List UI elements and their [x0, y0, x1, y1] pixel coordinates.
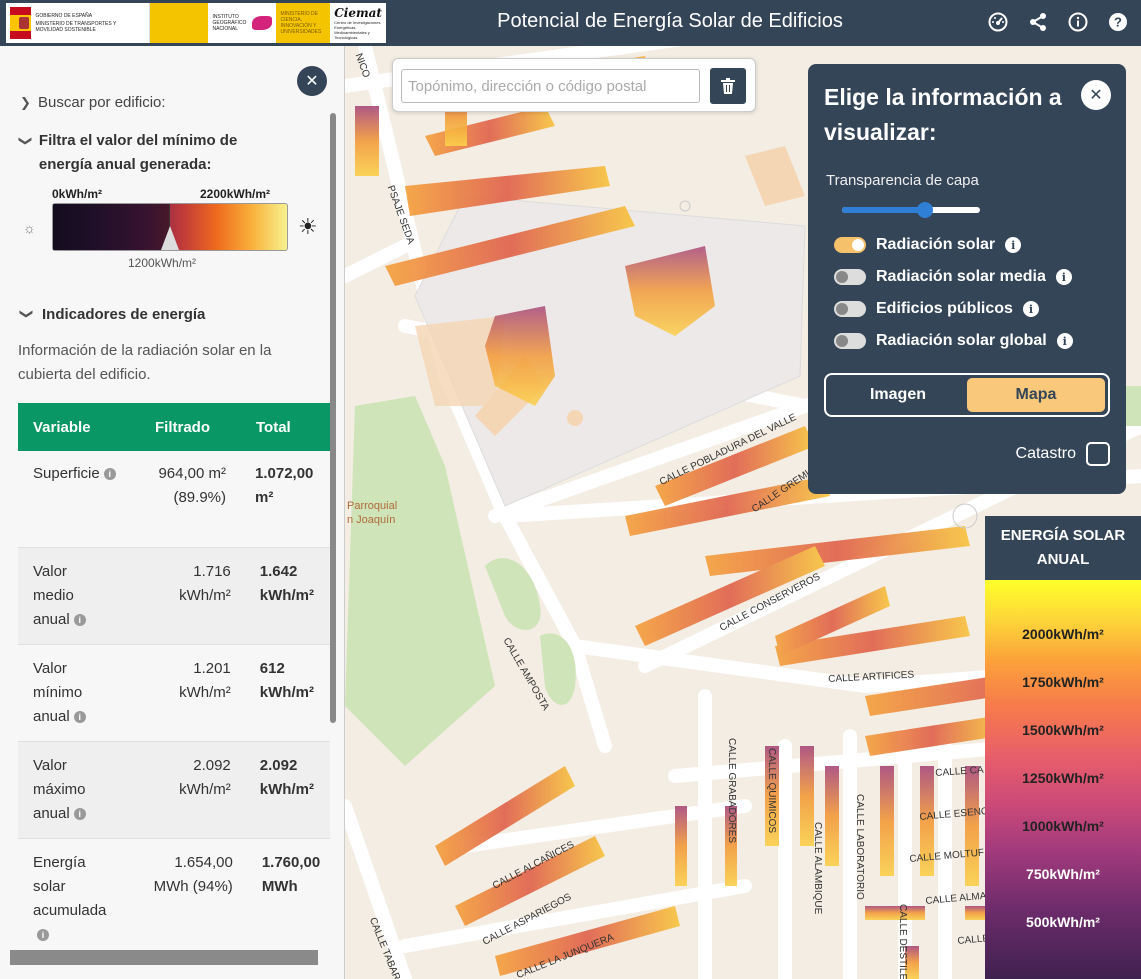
table-row: Superficie i 964,00 m² (89.9%) 1.072,00 m…	[18, 451, 330, 548]
info-icon[interactable]: i	[1056, 333, 1073, 349]
legend-color-scale: 2000kWh/m² 1750kWh/m² 1500kWh/m² 1250kWh…	[985, 580, 1141, 979]
chevron-down-icon: ❯	[19, 308, 35, 320]
layer-selection-panel: Elige la información a visualizar: ✕ Tra…	[808, 64, 1126, 494]
info-icon[interactable]: i	[73, 614, 86, 627]
view-mode-imagen-button[interactable]: Imagen	[829, 378, 967, 412]
info-icon[interactable]	[1067, 11, 1089, 33]
svg-text:?: ?	[1114, 15, 1122, 30]
institution-logos: GOBIERNO DE ESPAÑA MINISTERIO DE TRANSPO…	[6, 3, 386, 43]
transparency-fill	[842, 207, 925, 213]
info-icon[interactable]: i	[37, 929, 49, 942]
info-icon[interactable]: i	[1055, 269, 1072, 285]
energy-range-slider[interactable]	[52, 203, 288, 251]
table-row: Valor mínimo anual i 1.201 kWh/m² 612 kWh…	[18, 645, 330, 742]
table-row: Valor medio anual i 1.716 kWh/m² 1.642 kW…	[18, 548, 330, 645]
place-label: n Joaquín	[347, 514, 396, 526]
indicators-table: Variable Filtrado Total Superficie i 964,…	[18, 403, 330, 949]
street-label: CALLE DESTILE	[897, 904, 908, 979]
info-icon[interactable]: i	[1005, 237, 1022, 253]
range-min-label: 0kWh/m²	[52, 187, 103, 201]
legend-label: 500kWh/m²	[1026, 914, 1100, 930]
ign-logo: INSTITUTO GEOGRÁFICO NACIONAL	[208, 3, 276, 43]
catastro-option[interactable]: Catastro	[1016, 442, 1110, 466]
place-label: Parroquial	[347, 500, 398, 512]
close-sidebar-button[interactable]: ✕	[297, 66, 327, 96]
table-row: Valor máximo anual i 2.092 kWh/m² 2.092 k…	[18, 742, 330, 839]
search-building-toggle[interactable]: ❯ Buscar por edificio:	[20, 94, 166, 111]
transparency-knob[interactable]	[916, 202, 933, 218]
layer-toggle[interactable]	[834, 301, 866, 317]
street-label: CALLE QUIMICOS	[766, 748, 777, 834]
info-icon[interactable]: i	[103, 468, 116, 481]
close-icon: ✕	[1089, 87, 1103, 104]
layer-toggle[interactable]	[834, 237, 866, 253]
transparency-label: Transparencia de capa	[826, 172, 979, 189]
legend-title: ENERGÍA SOLAR ANUAL	[985, 516, 1141, 580]
layer-radiacion-solar-global[interactable]: Radiación solar global i	[834, 332, 1073, 350]
catastro-checkbox[interactable]	[1086, 442, 1110, 466]
info-icon[interactable]: i	[73, 808, 86, 821]
street-label: CALLE GRABADORES	[726, 738, 737, 844]
table-row: Energía solar acumuladai 1.654,00 MWh (9…	[33, 854, 321, 942]
panel-title: Elige la información a visualizar:	[824, 84, 1062, 145]
indicators-description: Información de la radiación solar en la …	[18, 342, 272, 383]
layer-radiacion-solar-media[interactable]: Radiación solar media i	[834, 268, 1072, 286]
filter-section-toggle[interactable]: ❯ Filtra el valor del mínimo de energía …	[18, 129, 280, 177]
app-header: GOBIERNO DE ESPAÑA MINISTERIO DE TRANSPO…	[0, 0, 1141, 46]
energy-legend: ENERGÍA SOLAR ANUAL 2000kWh/m² 1750kWh/m…	[985, 516, 1141, 979]
table-header: Variable Filtrado Total	[18, 403, 330, 451]
location-search-input[interactable]	[401, 69, 700, 103]
info-icon[interactable]: i	[73, 711, 86, 724]
help-icon[interactable]: ?	[1107, 11, 1129, 33]
clear-search-button[interactable]	[710, 68, 746, 104]
ign-mark-icon	[252, 16, 273, 30]
view-mode-switch: Imagen Mapa	[824, 373, 1110, 417]
indicators-section-toggle[interactable]: ❯ Indicadores de energía	[19, 306, 206, 323]
sun-large-icon: ☀	[298, 214, 318, 239]
legend-label: 2000kWh/m²	[1022, 626, 1104, 642]
chevron-down-icon: ❯	[18, 135, 34, 147]
chevron-right-icon: ❯	[20, 94, 31, 110]
range-slider-handle[interactable]	[161, 226, 179, 250]
layer-edificios-publicos[interactable]: Edificios públicos i	[834, 300, 1039, 318]
legend-label: 1250kWh/m²	[1022, 770, 1104, 786]
sun-small-icon: ☼	[23, 220, 36, 236]
legend-label: 1500kWh/m²	[1022, 722, 1104, 738]
legend-label: 750kWh/m²	[1026, 866, 1100, 882]
street-label: CALLE ALAMBIQUE	[812, 822, 823, 915]
close-icon: ✕	[305, 73, 319, 90]
left-sidebar: ✕ ❯ Buscar por edificio: ❯ Filtra el val…	[0, 46, 345, 979]
spain-coat-icon	[10, 7, 32, 39]
street-label: CALLE LABORATORIO	[854, 794, 865, 900]
info-icon[interactable]: i	[1022, 301, 1039, 317]
legend-label: 1750kWh/m²	[1022, 674, 1104, 690]
excluded-range	[53, 204, 170, 250]
ministry-transport-logo	[149, 3, 209, 43]
layer-radiacion-solar[interactable]: Radiación solar i	[834, 236, 1022, 254]
gobierno-logo: GOBIERNO DE ESPAÑA MINISTERIO DE TRANSPO…	[6, 3, 150, 43]
transparency-slider[interactable]	[842, 202, 980, 218]
ciemat-logo: Ciemat Centro de Investigaciones Energét…	[334, 5, 382, 40]
app-title: Potencial de Energía Solar de Edificios	[497, 10, 843, 32]
trash-icon	[721, 78, 735, 94]
range-max-label: 2200kWh/m²	[200, 187, 271, 201]
horizontal-scrollbar[interactable]	[10, 950, 318, 965]
dashboard-icon[interactable]	[987, 11, 1009, 33]
layer-toggle[interactable]	[834, 333, 866, 349]
view-mode-mapa-button[interactable]: Mapa	[967, 378, 1105, 412]
legend-label: 1000kWh/m²	[1022, 818, 1104, 834]
layer-toggle[interactable]	[834, 269, 866, 285]
close-panel-button[interactable]: ✕	[1081, 80, 1111, 110]
location-search-box	[392, 58, 756, 112]
vertical-scrollbar[interactable]	[330, 113, 336, 723]
filter-title: Filtra el valor del mínimo de energía an…	[38, 132, 238, 173]
ministry-science-logo: MINISTERIO DE CIENCIA, INNOVACIÓN Y UNIV…	[276, 3, 331, 43]
share-icon[interactable]	[1027, 11, 1049, 33]
range-value-label: 1200kWh/m²	[128, 256, 197, 270]
